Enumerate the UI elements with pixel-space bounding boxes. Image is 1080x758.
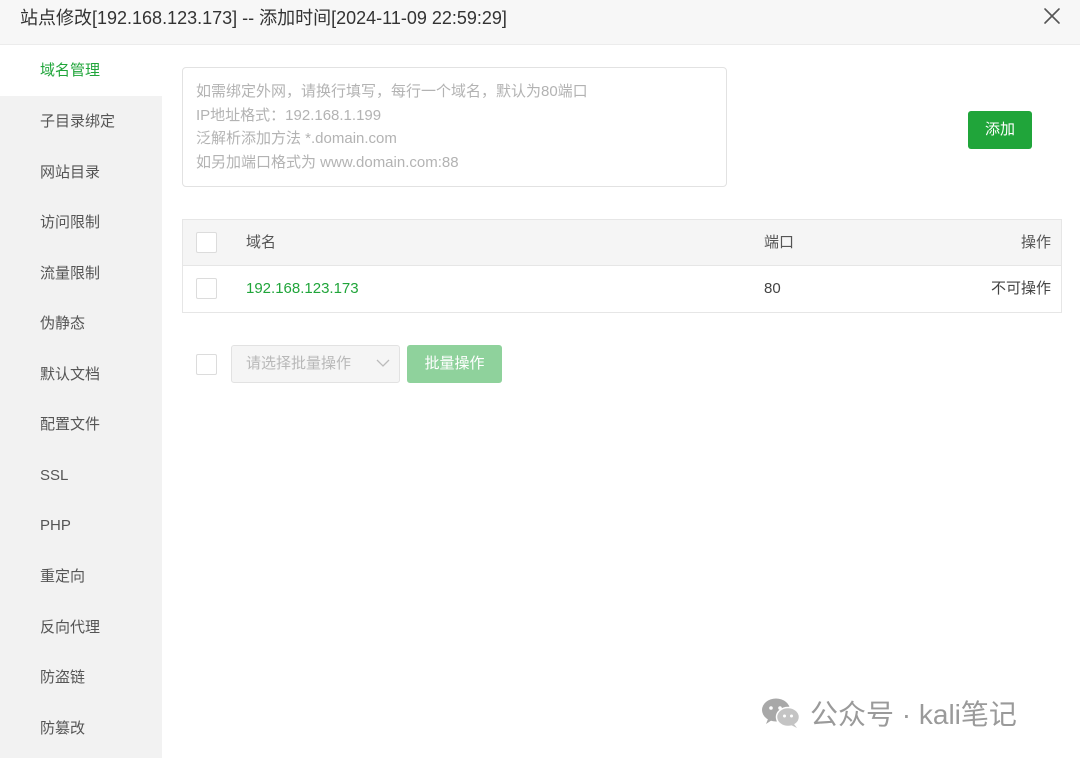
- table-row: 192.168.123.173 80 不可操作: [183, 266, 1061, 312]
- sidebar-item-access-restriction[interactable]: 访问限制: [0, 197, 162, 248]
- row-checkbox[interactable]: [196, 278, 217, 299]
- sidebar-item-label: 防盗链: [40, 669, 86, 686]
- sidebar-item-domain-management[interactable]: 域名管理: [0, 45, 162, 96]
- add-domain-button[interactable]: 添加: [968, 111, 1032, 149]
- sidebar-item-label: PHP: [40, 517, 71, 534]
- sidebar-item-default-document[interactable]: 默认文档: [0, 349, 162, 400]
- sidebar-item-site-directory[interactable]: 网站目录: [0, 147, 162, 198]
- domain-table: 域名 端口 操作 192.168.123.173 80 不可操作: [182, 219, 1062, 313]
- sidebar-item-label: 域名管理: [40, 62, 101, 79]
- dialog-title: 站点修改[192.168.123.173] -- 添加时间[2024-11-09…: [20, 8, 507, 28]
- batch-select-all-checkbox[interactable]: [196, 354, 217, 375]
- sidebar-item-label: 默认文档: [40, 366, 101, 383]
- domain-input-placeholder-line: 如另加端口格式为 www.domain.com:88: [196, 153, 459, 171]
- sidebar-item-label: 网站目录: [40, 164, 101, 181]
- sidebar-item-config-file[interactable]: 配置文件: [0, 399, 162, 450]
- sidebar-item-label: SSL: [40, 467, 69, 484]
- sidebar-item-label: 防篡改: [40, 720, 86, 737]
- sidebar-item-label: 反向代理: [40, 619, 101, 636]
- column-header-action: 操作: [1020, 234, 1051, 251]
- domain-input[interactable]: 如需绑定外网，请换行填写，每行一个域名，默认为80端口 IP地址格式：192.1…: [182, 67, 727, 187]
- column-header-port: 端口: [764, 234, 795, 251]
- port-value: 80: [764, 280, 781, 297]
- sidebar-item-label: 访问限制: [40, 214, 101, 231]
- sidebar-item-php[interactable]: PHP: [0, 500, 162, 551]
- batch-operation-select[interactable]: 请选择批量操作: [231, 345, 400, 383]
- column-header-domain: 域名: [246, 234, 277, 251]
- close-button[interactable]: [1040, 4, 1064, 28]
- select-all-checkbox[interactable]: [196, 232, 217, 253]
- action-status: 不可操作: [990, 280, 1051, 297]
- sidebar-item-label: 重定向: [40, 568, 86, 585]
- sidebar-item-subdirectory-binding[interactable]: 子目录绑定: [0, 96, 162, 147]
- domain-input-placeholder-line: 如需绑定外网，请换行填写，每行一个域名，默认为80端口: [196, 83, 588, 100]
- sidebar-item-tamper-protection[interactable]: 防篡改: [0, 703, 162, 754]
- batch-operation-button[interactable]: 批量操作: [407, 345, 502, 383]
- sidebar-item-label: 子目录绑定: [40, 113, 116, 130]
- sidebar-item-reverse-proxy[interactable]: 反向代理: [0, 602, 162, 653]
- domain-input-placeholder-line: IP地址格式：192.168.1.199: [196, 106, 382, 124]
- sidebar-item-ssl[interactable]: SSL: [0, 450, 162, 501]
- watermark: 公众号 · kali笔记: [760, 695, 1017, 731]
- dialog-titlebar: 站点修改[192.168.123.173] -- 添加时间[2024-11-09…: [0, 0, 1080, 45]
- sidebar-item-traffic-limit[interactable]: 流量限制: [0, 248, 162, 299]
- sidebar-item-label: 伪静态: [40, 315, 86, 332]
- close-icon: [1044, 8, 1060, 24]
- chevron-down-icon: [376, 359, 390, 367]
- batch-select-placeholder: 请选择批量操作: [246, 355, 352, 372]
- sidebar: 域名管理 子目录绑定 网站目录 访问限制 流量限制 伪静态 默认文档 配置文件 …: [0, 45, 162, 758]
- sidebar-item-rewrite[interactable]: 伪静态: [0, 298, 162, 349]
- table-header: 域名 端口 操作: [183, 220, 1061, 266]
- watermark-text: 公众号 · kali笔记: [810, 699, 1017, 730]
- domain-link[interactable]: 192.168.123.173: [246, 266, 359, 312]
- wechat-icon: [762, 698, 801, 728]
- sidebar-item-redirect[interactable]: 重定向: [0, 551, 162, 602]
- sidebar-item-hotlink-protection[interactable]: 防盗链: [0, 652, 162, 703]
- sidebar-item-label: 流量限制: [40, 265, 101, 282]
- sidebar-item-label: 配置文件: [40, 416, 101, 433]
- domain-input-placeholder-line: 泛解析添加方法 *.domain.com: [196, 130, 397, 147]
